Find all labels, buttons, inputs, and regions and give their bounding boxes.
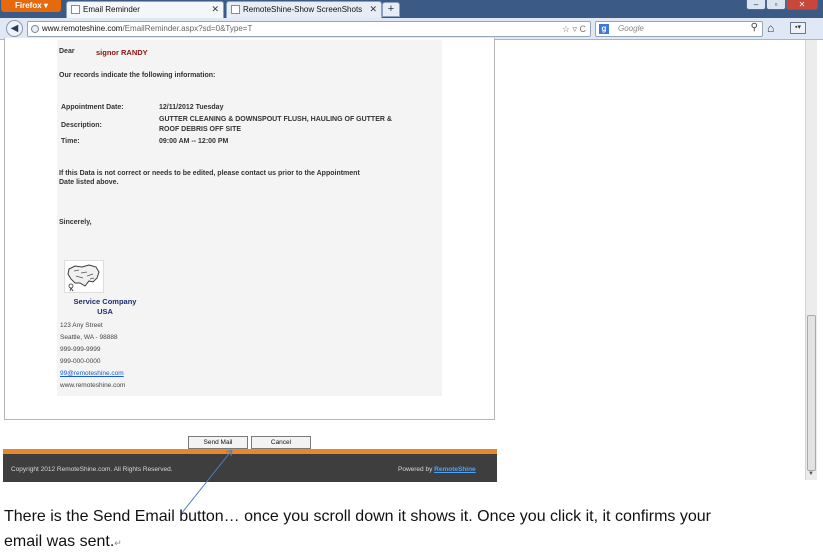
screenshot-caption: There is the Send Email button… once you… — [4, 504, 814, 553]
caption-line1: There is the Send Email button… once you… — [4, 508, 711, 525]
annotation-arrow — [180, 449, 233, 515]
caption-line2: email was sent. — [4, 533, 115, 550]
paragraph-mark-icon: ↵ — [114, 538, 122, 548]
